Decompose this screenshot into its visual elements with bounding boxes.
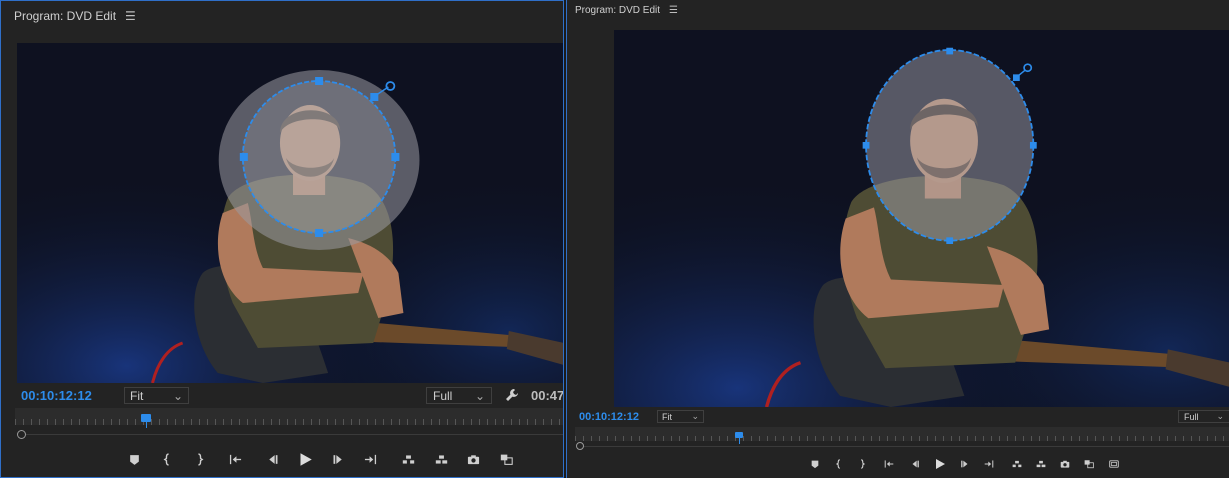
go-to-out-icon[interactable] (361, 450, 380, 469)
resolution-label: Full (1184, 411, 1199, 422)
panel-title-text: Program: DVD Edit (14, 9, 117, 23)
camera-icon[interactable] (1057, 456, 1073, 472)
current-timecode[interactable]: 00:10:12:12 (579, 411, 639, 423)
extract-icon[interactable] (432, 450, 451, 469)
step-forward-icon[interactable] (957, 456, 973, 472)
ruler-ticks (15, 419, 563, 425)
mark-in-icon[interactable] (158, 450, 177, 469)
left-program-monitor: Program: DVD Edit ☰ 00:10:12:12 Fit ⌄ Fu… (0, 0, 564, 478)
panel-title: Program: DVD Edit ☰ (575, 5, 678, 16)
go-to-in-icon[interactable] (881, 456, 897, 472)
playhead[interactable] (735, 432, 744, 444)
zoom-handle[interactable] (17, 430, 26, 439)
panel-title: Program: DVD Edit ☰ (14, 9, 136, 23)
video-preview[interactable] (614, 30, 1229, 407)
mark-out-icon[interactable] (854, 456, 870, 472)
duration-timecode: 00:47 (531, 388, 564, 403)
go-to-in-icon[interactable] (226, 450, 245, 469)
fit-dropdown-label: Fit (662, 411, 672, 422)
playhead[interactable] (141, 414, 152, 428)
step-back-icon[interactable] (907, 456, 923, 472)
compare-icon[interactable] (1081, 456, 1097, 472)
time-ruler[interactable] (15, 408, 563, 428)
hamburger-icon[interactable]: ☰ (125, 9, 136, 23)
playback-resolution-dropdown[interactable]: Full ⌄ (426, 387, 492, 404)
compare-icon[interactable] (497, 450, 516, 469)
hamburger-icon[interactable]: ☰ (669, 5, 678, 16)
chevron-down-icon: ⌄ (172, 388, 183, 403)
chevron-down-icon: ⌄ (474, 388, 485, 403)
fit-dropdown-label: Fit (130, 388, 144, 403)
marker-icon[interactable] (807, 456, 823, 472)
current-timecode[interactable]: 00:10:12:12 (21, 388, 92, 403)
marker-icon[interactable] (125, 450, 144, 469)
play-icon[interactable] (296, 450, 315, 469)
zoom-scrollbar-track[interactable] (25, 434, 563, 435)
chevron-down-icon: ⌄ (691, 411, 699, 421)
panel-title-text: Program: DVD Edit (575, 5, 661, 16)
mark-out-icon[interactable] (190, 450, 209, 469)
mark-in-icon[interactable] (831, 456, 847, 472)
extract-icon[interactable] (1033, 456, 1049, 472)
video-preview[interactable] (17, 43, 563, 383)
chevron-down-icon: ⌄ (1216, 411, 1224, 421)
lift-icon[interactable] (1009, 456, 1025, 472)
wrench-icon[interactable] (504, 387, 520, 403)
fit-dropdown[interactable]: Fit ⌄ (124, 387, 189, 404)
right-program-monitor: Program: DVD Edit ☰ 00:10:12:12 Fit ⌄ Fu… (566, 0, 1229, 478)
ruler-ticks (575, 436, 1229, 441)
camera-icon[interactable] (464, 450, 483, 469)
lift-icon[interactable] (399, 450, 418, 469)
step-forward-icon[interactable] (329, 450, 348, 469)
transport-controls (125, 449, 516, 469)
zoom-scrollbar-track[interactable] (583, 446, 1229, 447)
go-to-out-icon[interactable] (981, 456, 997, 472)
transport-controls (807, 455, 1122, 473)
time-ruler[interactable] (575, 427, 1229, 444)
play-icon[interactable] (932, 456, 948, 472)
fit-dropdown[interactable]: Fit ⌄ (657, 410, 704, 423)
zoom-handle[interactable] (576, 442, 584, 450)
playback-resolution-dropdown[interactable]: Full ⌄ (1178, 410, 1229, 423)
resolution-label: Full (433, 388, 453, 403)
safe-margins-icon[interactable] (1106, 456, 1122, 472)
step-back-icon[interactable] (263, 450, 282, 469)
